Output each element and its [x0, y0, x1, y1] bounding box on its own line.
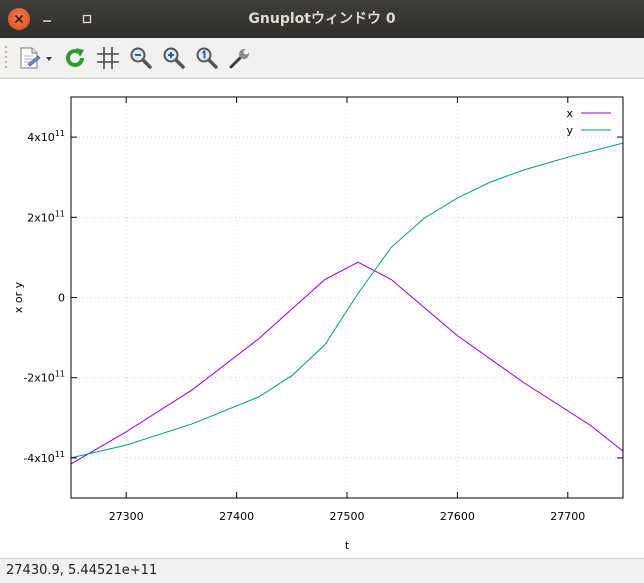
y-tick-label: -2x1011 — [23, 370, 65, 385]
title-bar: Gnuplotウィンドウ 0 — [0, 0, 644, 38]
x-tick-label: 27600 — [440, 510, 475, 523]
zoom-out-button[interactable] — [126, 43, 156, 73]
y-tick-label: -4x1011 — [23, 450, 65, 465]
toolbar-grip-icon[interactable] — [4, 44, 8, 72]
plot-area[interactable]: 27300 27400 27500 27600 27700 -4x1011 -2x1011 0… — [0, 79, 644, 558]
x-tick-label: 27700 — [550, 510, 585, 523]
settings-icon — [229, 46, 252, 69]
settings-button[interactable] — [225, 43, 255, 73]
export-button[interactable] — [14, 43, 58, 73]
status-bar: 27430.9, 5.44521e+11 — [0, 558, 644, 583]
grid-button[interactable] — [93, 43, 123, 73]
series-line-y — [70, 142, 624, 459]
refresh-button[interactable] — [60, 43, 90, 73]
gnuplot-chart[interactable]: 27300 27400 27500 27600 27700 -4x1011 -2x1011 0… — [0, 79, 644, 558]
x-tick-label: 27400 — [219, 510, 254, 523]
legend-label-y: y — [566, 124, 573, 137]
cursor-coordinates: 27430.9, 5.44521e+11 — [6, 563, 158, 578]
legend-label-x: x — [566, 107, 573, 120]
y-tick-label: 4x1011 — [27, 129, 65, 144]
zoom-in-button[interactable] — [159, 43, 189, 73]
zoom-in-icon — [163, 47, 185, 69]
y-tick-label: 2x1011 — [27, 209, 65, 224]
zoom-out-icon — [130, 47, 152, 69]
window-title: Gnuplotウィンドウ 0 — [248, 11, 396, 27]
x-tick-label: 27300 — [109, 510, 144, 523]
y-axis-label: x or y — [12, 281, 25, 313]
zoom-reset-icon — [196, 47, 218, 69]
toolbar — [0, 38, 644, 79]
x-tick-label: 27500 — [330, 510, 365, 523]
grid-icon — [97, 47, 119, 69]
y-tick-label: 0 — [58, 292, 65, 305]
refresh-icon — [66, 48, 84, 67]
export-icon — [20, 47, 52, 69]
zoom-reset-button[interactable] — [192, 43, 222, 73]
x-axis-label: t — [345, 539, 350, 552]
